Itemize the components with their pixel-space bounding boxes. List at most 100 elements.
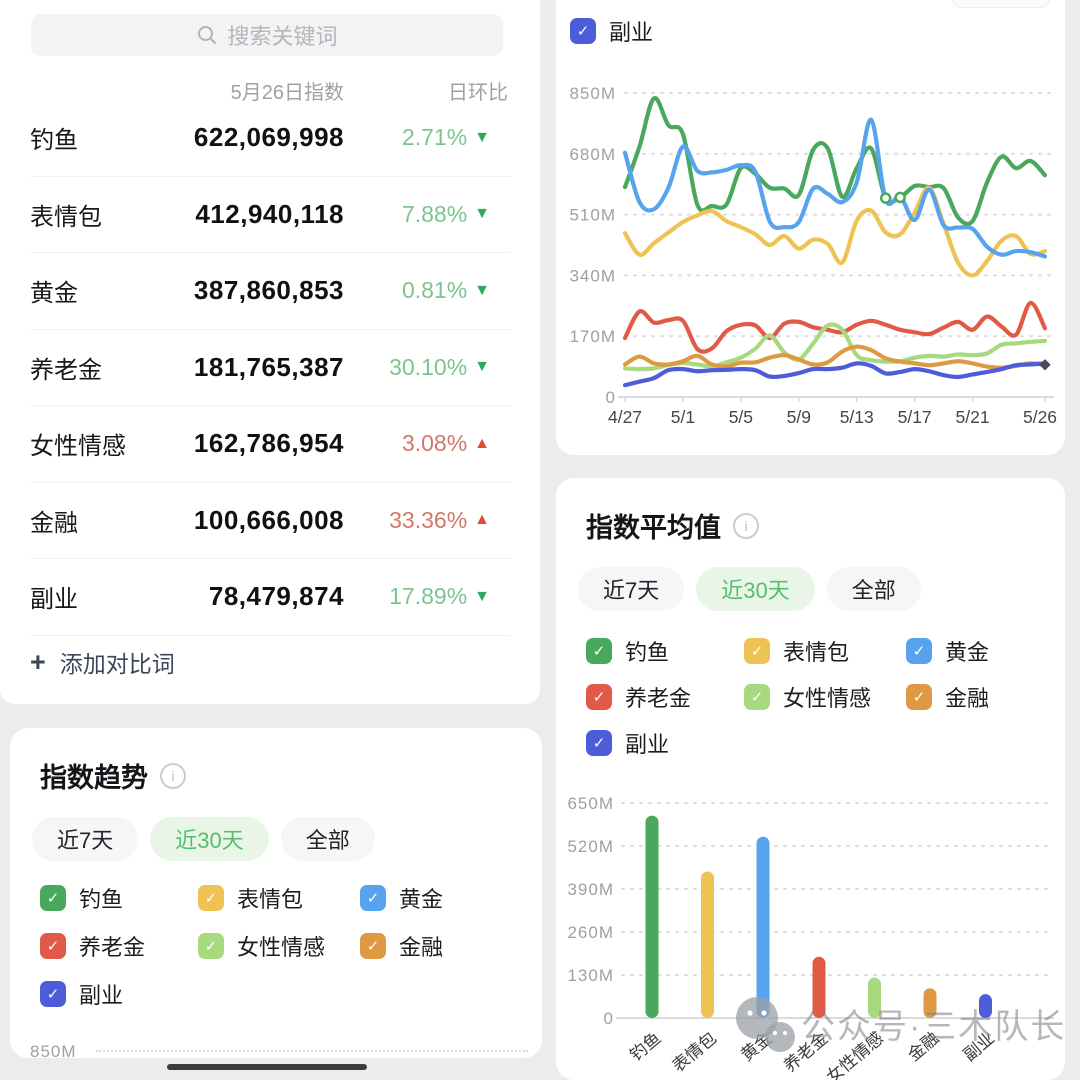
change-percent: 7.88% [402, 201, 467, 228]
bar-女性情感[interactable] [868, 978, 881, 1018]
legend-item-金融[interactable]: ✓ 金融 [360, 929, 510, 963]
checkbox-checked-icon[interactable]: ✓ [586, 638, 612, 664]
index-trend-card: 指数趋势 i 近7天近30天全部 ✓钓鱼✓表情包✓黄金✓养老金✓女性情感✓金融✓… [10, 728, 542, 1058]
legend-label: 养老金 [625, 681, 691, 713]
legend-item-黄金[interactable]: ✓ 黄金 [360, 881, 510, 915]
legend-item-副业[interactable]: ✓副业 [40, 977, 198, 1011]
legend-label: 表情包 [237, 882, 303, 914]
keyword-label: 钓鱼 [30, 120, 78, 155]
checkbox-checked-icon[interactable]: ✓ [744, 684, 770, 710]
bar-黄金[interactable] [757, 837, 770, 1018]
tab-全部[interactable]: 全部 [281, 817, 375, 861]
day-over-day-change: 0.81%▼ [402, 277, 490, 304]
line-series-养老金 [625, 303, 1045, 352]
x-axis-category-label: 养老金 [780, 1029, 831, 1076]
keyword-row[interactable]: 养老金181,765,38730.10%▼ [30, 330, 510, 407]
checkbox-checked-icon[interactable]: ✓ [40, 981, 66, 1007]
bar-表情包[interactable] [701, 871, 714, 1018]
x-axis-category-label: 金融 [904, 1029, 942, 1065]
checkbox-checked-icon[interactable]: ✓ [586, 730, 612, 756]
legend-item-养老金[interactable]: ✓ 养老金 [586, 680, 744, 714]
checkbox-checked-icon[interactable]: ✓ [40, 933, 66, 959]
keyword-label: 养老金 [30, 350, 102, 385]
triangle-down-icon: ▼ [474, 358, 490, 376]
legend-item-养老金[interactable]: ✓养老金 [40, 929, 198, 963]
legend-item-副业[interactable]: ✓ 副业 [586, 726, 744, 760]
trend-line-chart: 850M680M510M340M170M04/275/15/55/95/135/… [556, 0, 1065, 455]
legend-item-黄金[interactable]: ✓黄金 [906, 634, 1056, 668]
tab-全部[interactable]: 全部 [827, 567, 921, 611]
search-input[interactable]: 搜索关键词 [31, 14, 503, 56]
y-axis-tick-label: 520M [567, 837, 614, 856]
search-placeholder: 搜索关键词 [227, 19, 337, 51]
bar-钓鱼[interactable] [646, 816, 659, 1018]
keyword-label: 金融 [30, 503, 78, 538]
y-axis-tick-label: 340M [569, 266, 616, 285]
x-axis-category-label: 女性情感 [823, 1029, 887, 1080]
change-percent: 2.71% [402, 124, 467, 151]
keyword-row[interactable]: 黄金387,860,8530.81%▼ [30, 253, 510, 330]
trend-range-tabs: 近7天近30天全部 [32, 817, 375, 861]
keyword-row[interactable]: 金融100,666,00833.36%▲ [30, 483, 510, 560]
legend-label: 黄金 [399, 882, 443, 914]
legend-label: 女性情感 [237, 930, 325, 962]
checkbox-checked-icon[interactable]: ✓ [198, 885, 224, 911]
y-axis-tick-label: 680M [569, 145, 616, 164]
keyword-row[interactable]: 副业78,479,87417.89%▼ [30, 559, 510, 636]
legend-item-表情包[interactable]: ✓ 表情包 [198, 881, 360, 915]
x-axis-tick-label: 5/5 [729, 407, 753, 427]
tab-近7天[interactable]: 近7天 [32, 817, 138, 861]
tab-近30天[interactable]: 近30天 [696, 567, 814, 611]
y-axis-tick-label: 650M [567, 794, 614, 813]
x-axis-category-label: 表情包 [669, 1029, 720, 1076]
average-range-tabs: 近7天近30天全部 [578, 567, 921, 611]
x-axis-tick-label: 5/1 [671, 407, 695, 427]
info-icon[interactable]: i [160, 763, 186, 789]
info-icon[interactable]: i [733, 513, 759, 539]
average-legend: ✓钓鱼✓表情包✓黄金✓养老金✓女性情感✓金融✓副业 [586, 634, 1056, 760]
change-percent: 33.36% [389, 507, 467, 534]
legend-item-钓鱼[interactable]: ✓钓鱼 [40, 881, 198, 915]
series-end-marker [1039, 359, 1050, 370]
checkbox-checked-icon[interactable]: ✓ [906, 638, 932, 664]
checkbox-checked-icon[interactable]: ✓ [906, 684, 932, 710]
highlight-point [896, 193, 905, 202]
keyword-index-value: 387,860,853 [194, 275, 344, 306]
keyword-index-value: 162,786,954 [194, 428, 344, 459]
legend-item-金融[interactable]: ✓金融 [906, 680, 1056, 714]
checkbox-checked-icon[interactable]: ✓ [586, 684, 612, 710]
checkbox-checked-icon[interactable]: ✓ [360, 933, 386, 959]
highlight-point [881, 194, 890, 203]
legend-item-钓鱼[interactable]: ✓钓鱼 [586, 634, 744, 668]
trend-card-title: 指数趋势 i [40, 756, 186, 795]
keyword-index-value: 181,765,387 [194, 352, 344, 383]
keyword-row[interactable]: 钓鱼 622,069,998 2.71% ▼ [30, 100, 510, 177]
keyword-rows: 钓鱼622,069,9982.71%▼表情包412,940,1187.88%▼黄… [30, 100, 510, 636]
bar-金融[interactable] [924, 988, 937, 1018]
line-series-钓鱼 [625, 98, 1045, 224]
checkbox-checked-icon[interactable]: ✓ [744, 638, 770, 664]
legend-label: 副业 [625, 727, 669, 759]
y-axis-tick-label: 260M [567, 923, 614, 942]
bar-副业[interactable] [979, 994, 992, 1018]
add-compare-button[interactable]: + 添加对比词 [30, 645, 175, 679]
line-series-黄金 [625, 120, 1045, 257]
change-percent: 3.08% [402, 430, 467, 457]
checkbox-checked-icon[interactable]: ✓ [40, 885, 66, 911]
tab-近7天[interactable]: 近7天 [578, 567, 684, 611]
checkbox-checked-icon[interactable]: ✓ [198, 933, 224, 959]
bar-养老金[interactable] [813, 957, 826, 1018]
triangle-down-icon: ▼ [474, 588, 490, 606]
legend-item-女性情感[interactable]: ✓ 女性情感 [198, 929, 360, 963]
legend-item-表情包[interactable]: ✓表情包 [744, 634, 906, 668]
checkbox-checked-icon[interactable]: ✓ [360, 885, 386, 911]
y-axis-tick-label: 850M [569, 84, 616, 103]
legend-label: 金融 [399, 930, 443, 962]
legend-item-女性情感[interactable]: ✓女性情感 [744, 680, 906, 714]
keyword-row[interactable]: 表情包412,940,1187.88%▼ [30, 177, 510, 254]
keyword-row[interactable]: 女性情感162,786,9543.08%▲ [30, 406, 510, 483]
home-indicator[interactable] [167, 1064, 367, 1070]
keyword-index-value: 622,069,998 [194, 122, 344, 153]
triangle-down-icon: ▼ [474, 129, 490, 147]
tab-近30天[interactable]: 近30天 [150, 817, 268, 861]
